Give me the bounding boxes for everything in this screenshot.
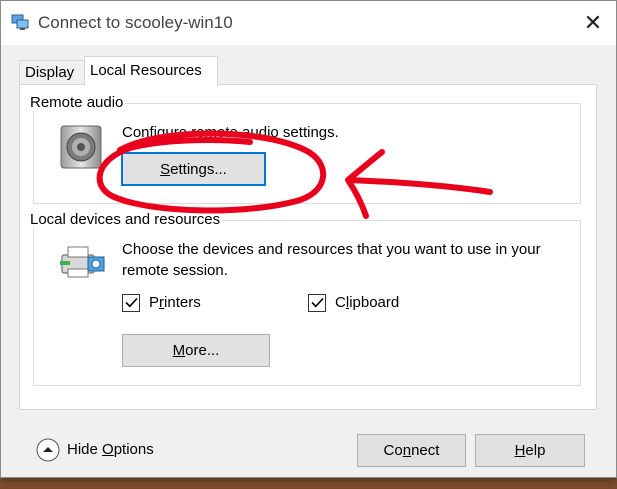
check-icon: [310, 295, 324, 312]
remote-desktop-icon: [11, 14, 29, 30]
close-button[interactable]: ✕: [570, 1, 616, 45]
remote-audio-legend: Remote audio: [28, 94, 126, 111]
help-button[interactable]: Help: [475, 434, 585, 467]
more-button[interactable]: More...: [122, 334, 270, 367]
clipboard-label[interactable]: Clipboard: [335, 294, 399, 311]
rdp-dialog: Connect to scooley-win10 ✕ Display Local…: [0, 0, 617, 478]
help-button-label: Help: [514, 442, 546, 459]
window-title: Connect to scooley-win10: [38, 13, 233, 32]
more-button-label: More...: [172, 342, 220, 359]
remote-audio-description: Configure remote audio settings.: [122, 124, 339, 141]
hide-options-label[interactable]: Hide Options: [67, 441, 154, 458]
local-resources-panel: Remote audio Configure remote audio sett…: [19, 84, 597, 410]
title-bar: Connect to scooley-win10 ✕: [1, 1, 616, 45]
printers-checkbox[interactable]: [122, 294, 140, 312]
hide-options-toggle[interactable]: [36, 438, 60, 462]
printer-devices-icon: [58, 241, 108, 285]
local-devices-description: Choose the devices and resources that yo…: [122, 241, 541, 279]
close-icon: ✕: [583, 10, 603, 35]
local-devices-group: Local devices and resources Choose the d…: [28, 211, 581, 386]
tab-local-resources-label: Local Resources: [90, 62, 202, 79]
local-devices-legend: Local devices and resources: [28, 211, 223, 228]
tab-display[interactable]: Display: [19, 60, 85, 84]
settings-button[interactable]: Settings...: [121, 152, 266, 186]
connect-button[interactable]: Connect: [357, 434, 466, 467]
remote-audio-group: Remote audio Configure remote audio sett…: [28, 94, 581, 204]
clipboard-checkbox[interactable]: [308, 294, 326, 312]
tab-local-resources[interactable]: Local Resources: [84, 56, 218, 86]
tab-display-label: Display: [25, 64, 75, 81]
connect-button-label: Connect: [383, 442, 440, 459]
speaker-icon: [59, 124, 103, 174]
check-icon: [124, 295, 138, 312]
printers-label[interactable]: Printers: [149, 294, 201, 311]
settings-button-label: Settings...: [160, 160, 227, 178]
chevron-up-icon: [36, 438, 60, 466]
